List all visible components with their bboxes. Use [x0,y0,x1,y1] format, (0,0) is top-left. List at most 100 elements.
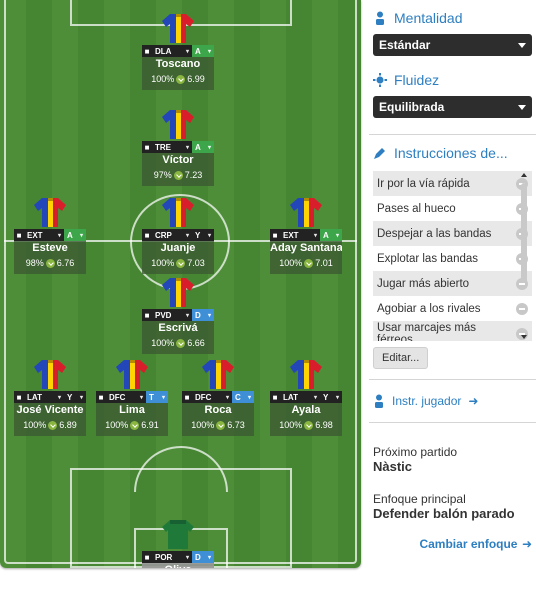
player-card[interactable]: ■ DLA ▾ A ▾ Toscano 100% 6.99 [142,12,214,90]
duty-selector[interactable]: A ▾ [64,229,86,241]
player-card[interactable]: ■POR▾D▾Oliva100%6.81 [142,518,214,568]
role-name[interactable]: CRP ▾ [152,229,192,241]
edit-instructions-button[interactable]: Editar... [373,347,429,369]
shirt-icon[interactable] [289,358,323,390]
role-label: POR [155,552,173,562]
chevron-down-icon: ▾ [185,144,189,151]
role-selector[interactable]: ■ DFC ▾ C ▾ [182,391,254,403]
instructions-scrollbar[interactable] [521,171,527,341]
duty-selector[interactable]: A ▾ [320,229,342,241]
player-instructions-link[interactable]: Instr. jugador ➜ [373,394,532,408]
role-selector[interactable]: ■ PVD ▾ D ▾ [142,309,214,321]
duty-selector[interactable]: C ▾ [232,391,254,403]
duty-selector[interactable]: T ▾ [146,391,168,403]
player-card[interactable]: ■ LAT ▾ Y ▾ Ayala 100% 6.98 [270,358,342,436]
role-selector[interactable]: ■ POR ▾ D ▾ [142,551,214,563]
instruction-item[interactable]: Explotar las bandas [373,246,532,271]
role-name[interactable]: POR ▾ [152,551,192,563]
morale-icon [176,74,186,84]
role-name[interactable]: DFC ▾ [192,391,232,403]
next-match: Próximo partido Nàstic [373,445,532,474]
duty-selector[interactable]: D ▾ [192,551,214,563]
role-name[interactable]: PVD ▾ [152,309,192,321]
player-card[interactable]: ■ TRE ▾ A ▾ Víctor 97% 7.23 [142,108,214,186]
role-selector[interactable]: ■ LAT ▾ Y ▾ [14,391,86,403]
player-info[interactable]: Ayala 100% 6.98 [270,403,342,436]
role-name[interactable]: DFC ▾ [106,391,146,403]
role-name[interactable]: LAT ▾ [280,391,320,403]
player-info[interactable]: Roca 100% 6.73 [182,403,254,436]
chevron-down-icon: ▾ [139,394,143,401]
player-card[interactable]: ■ DFC ▾ T ▾ Lima 100% 6.91 [96,358,168,436]
role-selector[interactable]: ■ DFC ▾ T ▾ [96,391,168,403]
shirt-icon[interactable] [161,196,195,228]
role-name[interactable]: EXT ▾ [24,229,64,241]
scroll-down-icon[interactable] [521,335,527,339]
instruction-item[interactable]: Ir por la vía rápida [373,171,532,196]
instruction-item[interactable]: Usar marcajes más férreos [373,321,532,341]
player-info[interactable]: Toscano 100% 6.99 [142,57,214,90]
duty-selector[interactable]: A ▾ [192,45,214,57]
shirt-icon[interactable] [33,196,67,228]
mentality-dropdown[interactable]: Estándar [373,34,532,56]
condition: 100% [23,420,47,430]
scroll-thumb[interactable] [521,183,527,283]
player-info[interactable]: Víctor 97% 7.23 [142,153,214,186]
shirt-icon[interactable] [161,108,195,140]
player-name: Víctor [162,154,194,166]
player-info[interactable]: Juanje 100% 7.03 [142,241,214,274]
shirt-icon[interactable] [161,518,195,550]
player-info[interactable]: Escrivá 100% 6.66 [142,321,214,354]
player-info[interactable]: Aday Santana 100% 7.01 [270,241,342,274]
player-info[interactable]: Esteve 98% 6.76 [14,241,86,274]
player-card[interactable]: ■ EXT ▾ A ▾ Esteve 98% 6.76 [14,196,86,274]
role-selector[interactable]: ■ EXT ▾ A ▾ [14,229,86,241]
shirt-icon[interactable] [115,358,149,390]
instructions-header[interactable]: Instrucciones de... [373,145,532,161]
scroll-up-icon[interactable] [521,173,527,177]
role-name[interactable]: TRE ▾ [152,141,192,153]
player-card[interactable]: ■ DFC ▾ C ▾ Roca 100% 6.73 [182,358,254,436]
shirt-icon[interactable] [161,276,195,308]
instruction-item[interactable]: Despejar a las bandas [373,221,532,246]
player-info[interactable]: José Vicente 100% 6.89 [14,403,86,436]
instruction-item[interactable]: Agobiar a los rivales [373,296,532,321]
instructions-list[interactable]: Ir por la vía rápida Pases al hueco Despej… [373,171,532,341]
shirt-icon[interactable] [201,358,235,390]
duty-label: D [195,552,201,562]
fluidity-dropdown[interactable]: Equilibrada [373,96,532,118]
role-name[interactable]: EXT ▾ [280,229,320,241]
shirt-icon[interactable] [33,358,67,390]
change-focus-link[interactable]: Cambiar enfoque ➜ [373,535,532,553]
role-selector[interactable]: ■ LAT ▾ Y ▾ [270,391,342,403]
shirt-icon[interactable] [289,196,323,228]
duty-selector[interactable]: Y ▾ [320,391,342,403]
player-name: Esteve [32,242,68,254]
instruction-item[interactable]: Pases al hueco [373,196,532,221]
duty-selector[interactable]: D ▾ [192,309,214,321]
condition: 97% [153,170,172,180]
role-selector[interactable]: ■ DLA ▾ A ▾ [142,45,214,57]
instruction-item[interactable]: Jugar más abierto [373,271,532,296]
player-info[interactable]: Oliva100%6.81 [142,563,214,568]
fluidity-value: Equilibrada [379,100,445,114]
player-card[interactable]: ■ PVD ▾ D ▾ Escrivá 100% 6.66 [142,276,214,354]
shirt-icon[interactable] [161,12,195,44]
role-name[interactable]: DLA ▾ [152,45,192,57]
duty-selector[interactable]: Y ▾ [64,391,86,403]
role-name[interactable]: LAT ▾ [24,391,64,403]
duty-selector[interactable]: Y ▾ [192,229,214,241]
role-selector[interactable]: ■ TRE ▾ A ▾ [142,141,214,153]
player-card[interactable]: ■ LAT ▾ Y ▾ José Vicente 100% 6.89 [14,358,86,436]
player-card[interactable]: ■ CRP ▾ Y ▾ Juanje 100% 7.03 [142,196,214,274]
duty-selector[interactable]: A ▾ [192,141,214,153]
chevron-down-icon: ▾ [313,232,317,239]
instruction-label: Usar marcajes más férreos [377,321,477,342]
role-label: DFC [195,392,212,402]
rating: 6.76 [56,258,75,268]
player-card[interactable]: ■ EXT ▾ A ▾ Aday Santana 100% 7.01 [270,196,342,274]
player-info[interactable]: Lima 100% 6.91 [96,403,168,436]
role-selector[interactable]: ■ EXT ▾ A ▾ [270,229,342,241]
shirt-small-icon: ■ [14,229,24,241]
role-selector[interactable]: ■ CRP ▾ Y ▾ [142,229,214,241]
